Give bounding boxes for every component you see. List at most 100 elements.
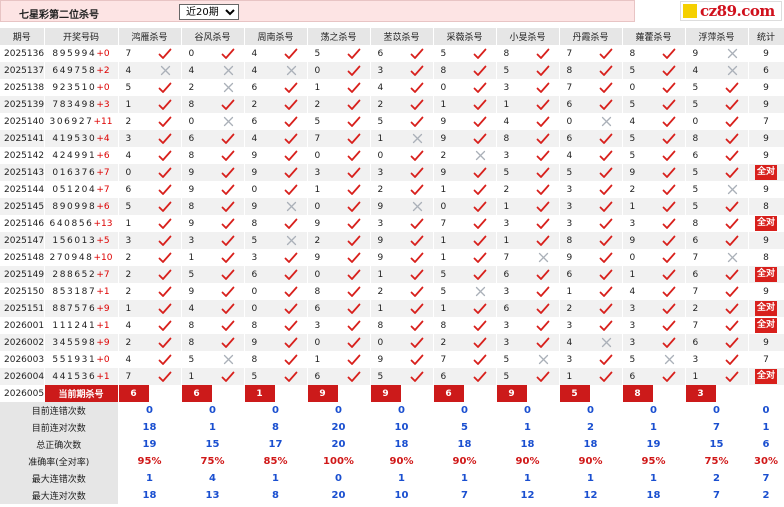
stat-value: 0 bbox=[209, 405, 216, 416]
kill-cell: 5 bbox=[559, 164, 623, 181]
kill-value: 4 bbox=[692, 65, 699, 76]
check-icon bbox=[591, 48, 622, 60]
kill-cell: 1 bbox=[433, 96, 497, 113]
kill-value: 1 bbox=[440, 252, 447, 263]
kill-pair: 6 bbox=[308, 300, 370, 317]
current-kill-value: 5 bbox=[559, 385, 590, 402]
kill-pair: 3 bbox=[371, 164, 433, 181]
kill-value: 7 bbox=[440, 218, 447, 229]
check-icon bbox=[339, 201, 370, 213]
kill-value: 4 bbox=[503, 116, 510, 127]
stat-cell: 0 bbox=[370, 402, 434, 419]
kill-cell: 3 bbox=[181, 232, 245, 249]
stat-value: 0 bbox=[650, 405, 657, 416]
check-icon bbox=[213, 235, 244, 247]
kill-cell: 1 bbox=[685, 368, 749, 385]
kill-value: 4 bbox=[566, 150, 573, 161]
kill-value: 3 bbox=[503, 150, 510, 161]
kill-cell: 3 bbox=[118, 232, 182, 249]
kill-value: 5 bbox=[629, 99, 636, 110]
check-icon bbox=[213, 167, 244, 179]
cross-icon bbox=[717, 48, 748, 59]
check-icon bbox=[150, 252, 181, 264]
issue-number: 2025148 bbox=[0, 249, 45, 266]
kill-pair: 1 bbox=[119, 96, 181, 113]
kill-number-table: 期号 开奖号码 鸿雁杀号 谷风杀号 周南杀号 荡之杀号 苤苡杀号 采薇杀号 小旻杀号 丹霞杀号 蕹藿… bbox=[0, 28, 784, 504]
check-icon bbox=[339, 133, 370, 145]
kill-cell: 5 bbox=[118, 79, 182, 96]
cross-icon bbox=[213, 116, 244, 127]
kill-pair: 8 bbox=[560, 62, 622, 79]
kill-value: 1 bbox=[188, 371, 195, 382]
table-row: 2026002 345598+9 2 8 9 0 0 2 3 4 3 6 9 bbox=[0, 334, 784, 351]
logo-icon bbox=[683, 4, 697, 18]
kill-cell: 6 bbox=[559, 96, 623, 113]
stat-cell: 1 bbox=[622, 419, 686, 436]
period-select[interactable]: 近20期 bbox=[179, 4, 239, 20]
kill-cell: 3 bbox=[559, 351, 623, 368]
kill-value: 0 bbox=[314, 337, 321, 348]
kill-value: 9 bbox=[692, 48, 699, 59]
check-icon bbox=[276, 320, 307, 332]
site-logo[interactable]: cz89.com bbox=[680, 1, 782, 21]
kill-cell: 6 bbox=[370, 45, 434, 62]
kill-value: 8 bbox=[188, 99, 195, 110]
kill-cell: 3 bbox=[559, 215, 623, 232]
check-icon bbox=[150, 235, 181, 247]
check-icon bbox=[528, 150, 559, 162]
check-icon bbox=[717, 303, 748, 315]
check-icon bbox=[591, 218, 622, 230]
kill-pair: 6 bbox=[119, 181, 181, 198]
kill-cell: 4 bbox=[622, 283, 686, 300]
kill-value: 5 bbox=[125, 82, 132, 93]
kill-value: 9 bbox=[188, 286, 195, 297]
kill-cell: 5 bbox=[181, 351, 245, 368]
cross-icon bbox=[717, 252, 748, 263]
check-icon bbox=[402, 286, 433, 298]
check-icon bbox=[150, 133, 181, 145]
stat-cell: 7 bbox=[685, 419, 749, 436]
check-icon bbox=[654, 48, 685, 60]
kill-value: 8 bbox=[188, 337, 195, 348]
kill-value: 6 bbox=[566, 99, 573, 110]
check-icon bbox=[465, 303, 496, 315]
check-icon bbox=[717, 354, 748, 366]
kill-pair: 7 bbox=[434, 215, 496, 232]
check-icon bbox=[717, 133, 748, 145]
kill-cell: 9 bbox=[433, 113, 497, 130]
check-icon bbox=[150, 303, 181, 315]
all-correct-badge: 全对 bbox=[754, 216, 777, 231]
stat-cell: 90% bbox=[496, 453, 560, 470]
kill-cell: 8 bbox=[244, 351, 308, 368]
check-icon bbox=[528, 286, 559, 298]
kill-pair: 5 bbox=[245, 368, 307, 385]
check-icon bbox=[213, 252, 244, 264]
kill-cell: 7 bbox=[685, 283, 749, 300]
check-icon bbox=[402, 303, 433, 315]
kill-pair: 0 bbox=[308, 147, 370, 164]
stat-value: 13 bbox=[205, 490, 220, 501]
stat-cell: 15 bbox=[685, 436, 749, 453]
kill-pair: 0 bbox=[308, 334, 370, 351]
kill-pair: 9 bbox=[308, 215, 370, 232]
kill-cell: 6 bbox=[307, 300, 371, 317]
kill-pair: 1 bbox=[434, 181, 496, 198]
draw-sum: +9 bbox=[96, 337, 110, 348]
issue-number: 2025147 bbox=[0, 232, 45, 249]
check-icon bbox=[276, 354, 307, 366]
draw-number: 895994+0 bbox=[44, 45, 119, 62]
check-icon bbox=[465, 320, 496, 332]
check-icon bbox=[339, 286, 370, 298]
kill-pair: 6 bbox=[686, 334, 748, 351]
kill-pair: 9 bbox=[434, 164, 496, 181]
kill-pair: 6 bbox=[497, 266, 559, 283]
stat-value: 19 bbox=[142, 439, 157, 450]
kill-pair: 3 bbox=[119, 130, 181, 147]
draw-number: 345598+9 bbox=[44, 334, 119, 351]
current-kill-value: 6 bbox=[118, 385, 149, 402]
kill-value: 4 bbox=[566, 337, 573, 348]
kill-cell: 2 bbox=[118, 249, 182, 266]
stat-value: 0 bbox=[762, 405, 770, 416]
stat-value: 12 bbox=[583, 490, 598, 501]
table-row: 2025136 895994+0 7 0 4 5 6 5 8 7 8 9 9 bbox=[0, 45, 784, 62]
